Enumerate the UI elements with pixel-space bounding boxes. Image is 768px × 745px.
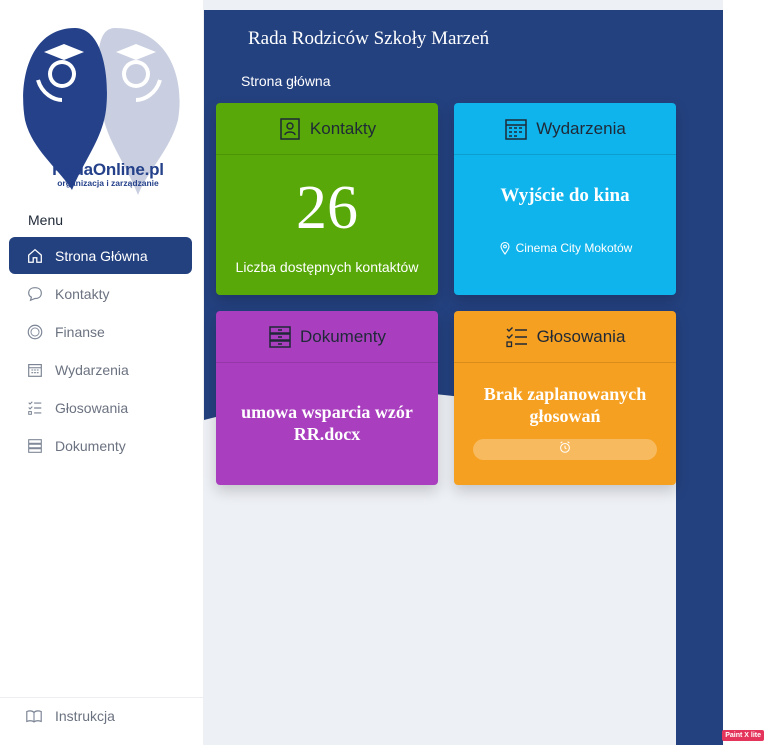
sidebar-item-glosowania[interactable]: Głosowania [9, 389, 192, 426]
logo-brand: RadaOnline.pl [52, 160, 164, 179]
card-header: Wydarzenia [454, 103, 676, 155]
calendar-icon [25, 360, 45, 380]
sidebar-item-kontakty[interactable]: Kontakty [9, 275, 192, 312]
card-header: Dokumenty [216, 311, 438, 363]
sidebar-item-instrukcja[interactable]: Instrukcja [25, 706, 115, 726]
card-body: Wyjście do kina Cinema City Mokotów [454, 185, 676, 255]
card-title: Dokumenty [300, 326, 386, 346]
card-title: Głosowania [536, 326, 626, 346]
voting-status: Brak zaplanowanych głosowań [483, 384, 647, 426]
sidebar-item-label: Finanse [55, 323, 105, 340]
card-header: Głosowania [454, 311, 676, 363]
archive-icon [268, 325, 292, 349]
event-location: Cinema City Mokotów [454, 241, 676, 255]
right-panel [676, 10, 723, 745]
sidebar-item-wydarzenia[interactable]: Wydarzenia [9, 351, 192, 388]
checklist-icon [25, 398, 45, 418]
archive-icon [25, 436, 45, 456]
card-title: Kontakty [309, 118, 377, 138]
breadcrumb[interactable]: Strona główna [241, 73, 331, 89]
menu-title: Menu [28, 212, 64, 228]
contacts-count: 26 [296, 174, 358, 242]
sidebar-item-dokumenty[interactable]: Dokumenty [9, 427, 192, 464]
voting-alarm-button[interactable] [473, 439, 657, 460]
card-body: 26 Liczba dostępnych kontaktów [216, 177, 438, 275]
checklist-icon [505, 325, 529, 349]
sidebar-nav: Strona Główna Kontakty Finanse Wydarzeni… [9, 237, 192, 465]
book-icon [25, 706, 45, 726]
paint-badge: Paint X lite [722, 730, 764, 741]
sidebar-item-label: Instrukcja [55, 708, 115, 724]
card-body: Brak zaplanowanych głosowań [454, 383, 676, 460]
home-icon [25, 246, 45, 266]
card-title: Wydarzenia [536, 118, 626, 138]
chat-icon [25, 284, 45, 304]
sidebar-item-label: Kontakty [55, 285, 110, 302]
coin-icon [25, 322, 45, 342]
card-dokumenty[interactable]: Dokumenty umowa wsparcia wzór RR.docx [216, 311, 438, 485]
sidebar: RadaOnline.pl organizacja i zarządzanie … [0, 0, 204, 745]
sidebar-item-label: Dokumenty [55, 437, 126, 454]
card-wydarzenia[interactable]: Wydarzenia Wyjście do kina Cinema City M… [454, 103, 676, 295]
logo-tagline: organizacja i zarządzanie [57, 178, 159, 188]
alarm-clock-icon [558, 440, 572, 459]
sidebar-item-strona-glowna[interactable]: Strona Główna [9, 237, 192, 274]
document-name[interactable]: umowa wsparcia wzór RR.docx [216, 401, 438, 445]
app-page: RadaOnline.pl organizacja i zarządzanie … [0, 0, 768, 745]
card-body: umowa wsparcia wzór RR.docx [216, 401, 438, 445]
contact-card-icon [278, 117, 302, 141]
sidebar-divider [0, 697, 204, 698]
map-pin-icon [498, 241, 512, 255]
event-title: Wyjście do kina [500, 185, 630, 206]
card-header: Kontakty [216, 103, 438, 155]
contacts-caption: Liczba dostępnych kontaktów [235, 259, 419, 275]
sidebar-item-finanse[interactable]: Finanse [9, 313, 192, 350]
sidebar-item-label: Głosowania [55, 399, 129, 416]
calendar-icon [504, 117, 528, 141]
logo-text: RadaOnline.pl organizacja i zarządzanie [38, 160, 178, 188]
event-location-label: Cinema City Mokotów [515, 241, 633, 255]
sidebar-item-label: Strona Główna [55, 247, 148, 264]
card-glosowania[interactable]: Głosowania Brak zaplanowanych głosowań [454, 311, 676, 485]
page-title: Rada Rodziców Szkoły Marzeń [248, 28, 490, 49]
card-kontakty[interactable]: Kontakty 26 Liczba dostępnych kontaktów [216, 103, 438, 295]
sidebar-item-label: Wydarzenia [55, 361, 129, 378]
